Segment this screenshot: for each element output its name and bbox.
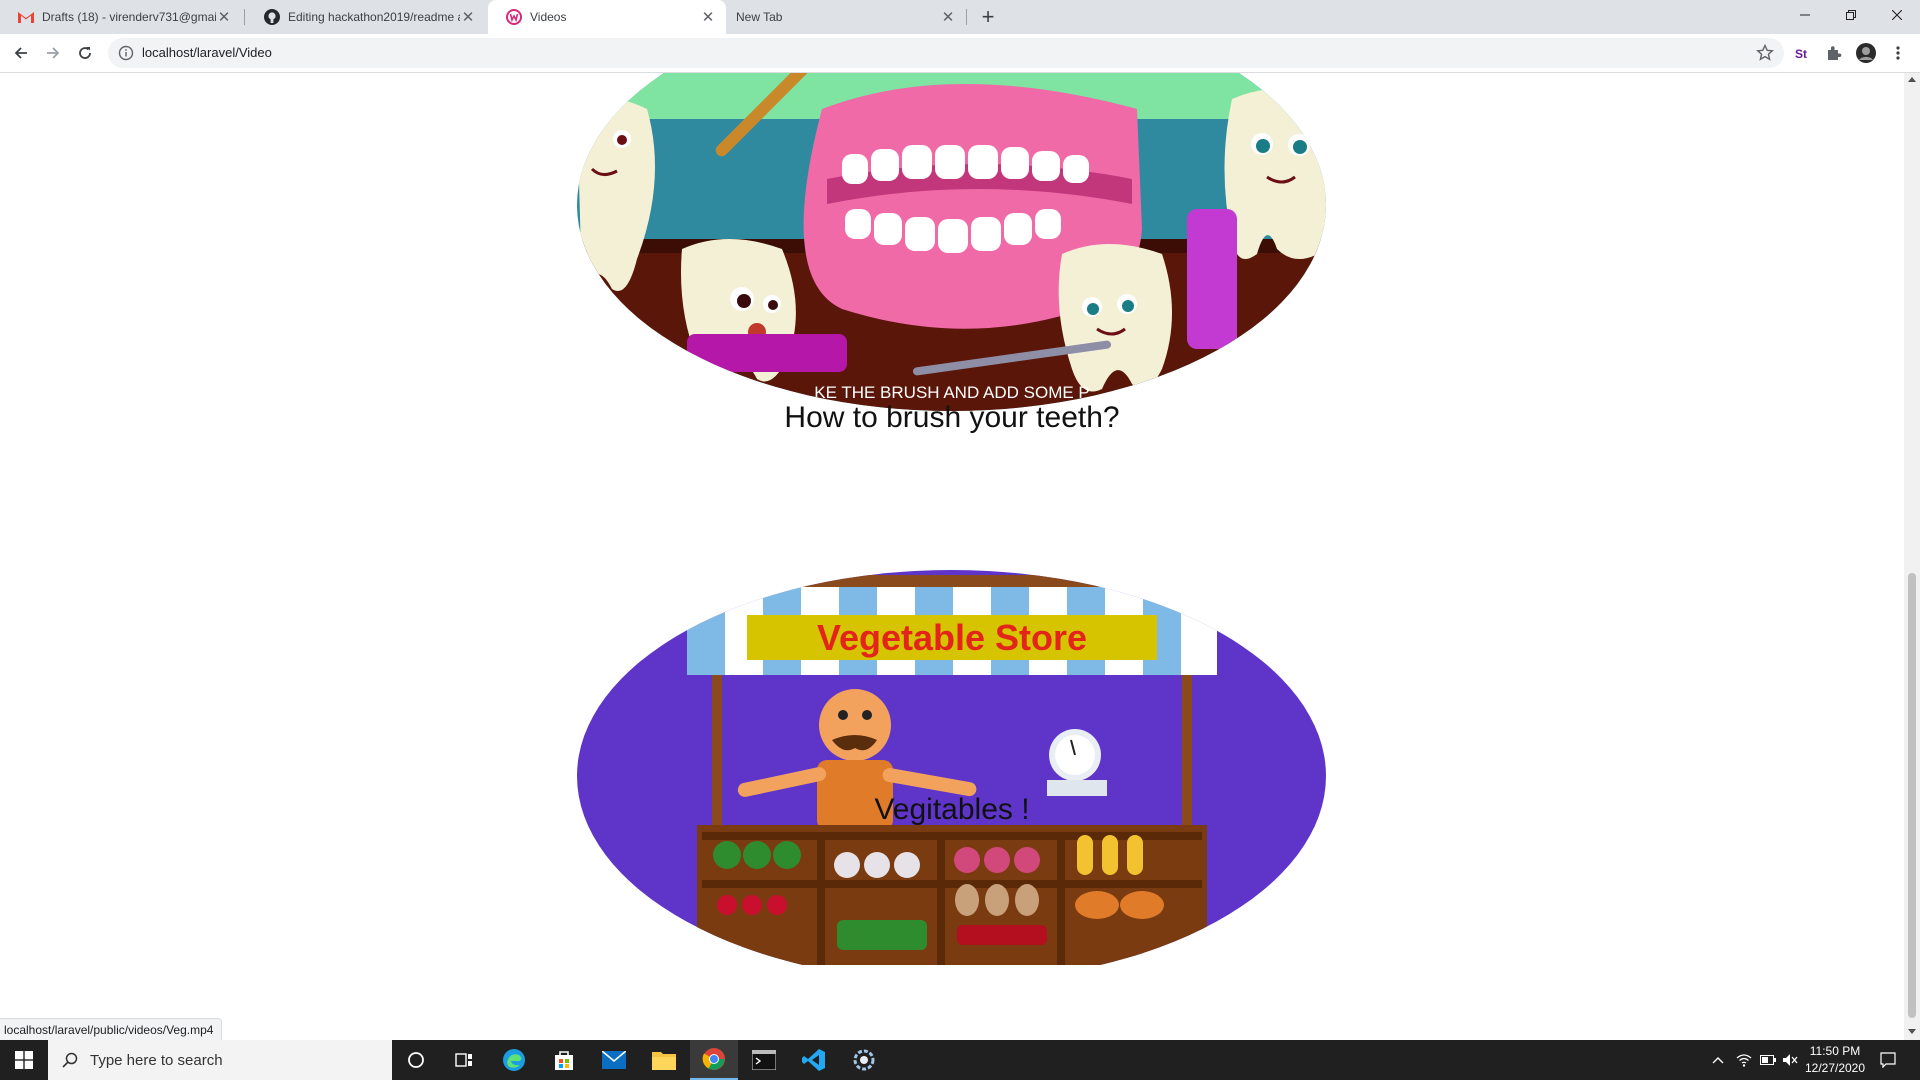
gmail-icon (18, 9, 34, 25)
notifications-icon[interactable] (1880, 1052, 1896, 1068)
cortana-icon (408, 1052, 424, 1068)
taskbar-terminal[interactable] (740, 1040, 788, 1080)
folder-icon (652, 1052, 676, 1070)
url-text[interactable]: localhost/laravel/Video (142, 45, 272, 60)
avatar-icon (1856, 43, 1876, 63)
page-content: KE THE BRUSH AND ADD SOME P How to brush… (0, 73, 1904, 1040)
mail-icon (602, 1051, 626, 1069)
video-caption-teeth: How to brush your teeth? (784, 401, 1120, 434)
page-scrollbar[interactable] (1904, 73, 1920, 1040)
taskbar-store[interactable] (540, 1040, 588, 1080)
tab-strip: Drafts (18) - virenderv731@gmail.com ✕ E… (0, 0, 1920, 34)
clock-time: 11:50 PM (1809, 1044, 1861, 1058)
app-gear-icon (853, 1049, 875, 1071)
speaker-muted-icon[interactable] (1782, 1052, 1798, 1068)
video-thumbnail-vegetables: Vegetable Store (577, 570, 1326, 965)
browser-toolbar: localhost/laravel/Video St (0, 34, 1920, 73)
tab-title: Drafts (18) - virenderv731@gmail.com (42, 10, 216, 24)
github-icon (264, 9, 280, 25)
tab-divider (244, 9, 245, 25)
start-button[interactable] (0, 1040, 48, 1080)
profile-avatar[interactable] (1854, 41, 1878, 65)
task-view-button[interactable] (440, 1040, 488, 1080)
video-thumbnail-teeth: KE THE BRUSH AND ADD SOME P (577, 73, 1326, 411)
bookmark-star-icon[interactable] (1756, 44, 1774, 62)
video-player-teeth[interactable]: KE THE BRUSH AND ADD SOME P (577, 73, 1326, 411)
close-window-button[interactable] (1874, 0, 1920, 30)
close-icon[interactable]: ✕ (700, 9, 716, 26)
site-icon (506, 9, 522, 25)
taskbar-search-box[interactable]: Type here to search (48, 1040, 392, 1080)
minimize-button[interactable] (1782, 0, 1828, 30)
svg-text:St: St (1795, 47, 1807, 61)
taskbar-file-explorer[interactable] (640, 1040, 688, 1080)
tab-title: Editing hackathon2019/readme at (288, 10, 460, 24)
vscode-icon (802, 1049, 825, 1071)
link-status-bar: localhost/laravel/public/videos/Veg.mp4 (0, 1018, 223, 1042)
scroll-down-arrow[interactable] (1908, 1029, 1916, 1034)
taskbar-chrome[interactable] (690, 1040, 738, 1080)
extension-st-button[interactable]: St (1790, 41, 1814, 65)
edge-icon (503, 1049, 525, 1071)
clock-date: 12/27/2020 (1804, 1061, 1866, 1075)
arrow-right-icon (47, 47, 60, 59)
cortana-button[interactable] (392, 1040, 440, 1080)
restore-button[interactable] (1828, 0, 1874, 30)
scroll-up-arrow[interactable] (1908, 77, 1916, 82)
tab-videos[interactable]: Videos ✕ (488, 0, 726, 34)
more-vert-icon (1896, 46, 1900, 60)
store-icon (555, 1051, 573, 1070)
video-subtitle-text: KE THE BRUSH AND ADD SOME P (814, 383, 1090, 402)
close-icon[interactable]: ✕ (940, 9, 956, 26)
back-button[interactable] (9, 41, 33, 65)
taskbar-vscode[interactable] (790, 1040, 838, 1080)
tab-new-tab[interactable]: New Tab ✕ (728, 0, 966, 34)
extension-st-icon: St (1794, 46, 1810, 61)
video-caption-vegetables: Vegitables ! (874, 793, 1030, 826)
close-icon[interactable]: ✕ (216, 9, 232, 26)
taskbar-clock[interactable]: 11:50 PM 12/27/2020 (1800, 1043, 1870, 1077)
taskbar-edge[interactable] (490, 1040, 538, 1080)
windows-taskbar: Type here to search 11:50 PM 12/27/2020 (0, 1040, 1920, 1080)
forward-button[interactable] (41, 41, 65, 65)
tab-gmail[interactable]: Drafts (18) - virenderv731@gmail.com ✕ (0, 0, 242, 34)
taskbar-mail[interactable] (590, 1040, 638, 1080)
tab-divider (966, 9, 967, 25)
address-bar[interactable]: localhost/laravel/Video (108, 38, 1784, 68)
store-sign-text: Vegetable Store (817, 617, 1087, 658)
terminal-icon (752, 1050, 776, 1070)
chrome-icon (702, 1048, 725, 1070)
close-icon[interactable]: ✕ (460, 9, 476, 26)
puzzle-icon (1828, 46, 1842, 60)
info-icon[interactable] (118, 45, 134, 61)
taskbar-search-placeholder: Type here to search (90, 1051, 223, 1069)
reload-icon (79, 47, 91, 59)
arrow-left-icon (14, 47, 27, 59)
tab-title: Videos (530, 10, 567, 24)
menu-button[interactable] (1886, 41, 1910, 65)
search-icon (62, 1052, 78, 1068)
video-player-vegetables[interactable]: Vegetable Store (577, 570, 1326, 982)
task-view-icon (455, 1053, 472, 1067)
tab-github[interactable]: Editing hackathon2019/readme at ✕ (246, 0, 486, 34)
tab-title: New Tab (736, 10, 783, 24)
chevron-up-icon[interactable] (1710, 1052, 1726, 1068)
network-icon[interactable] (1736, 1052, 1752, 1068)
taskbar-settings-app[interactable] (840, 1040, 888, 1080)
scroll-thumb[interactable] (1908, 573, 1916, 1018)
windows-logo-icon (15, 1051, 33, 1069)
battery-icon[interactable] (1760, 1052, 1776, 1068)
extensions-button[interactable] (1822, 41, 1846, 65)
new-tab-button[interactable]: + (976, 4, 1000, 29)
reload-button[interactable] (73, 41, 97, 65)
